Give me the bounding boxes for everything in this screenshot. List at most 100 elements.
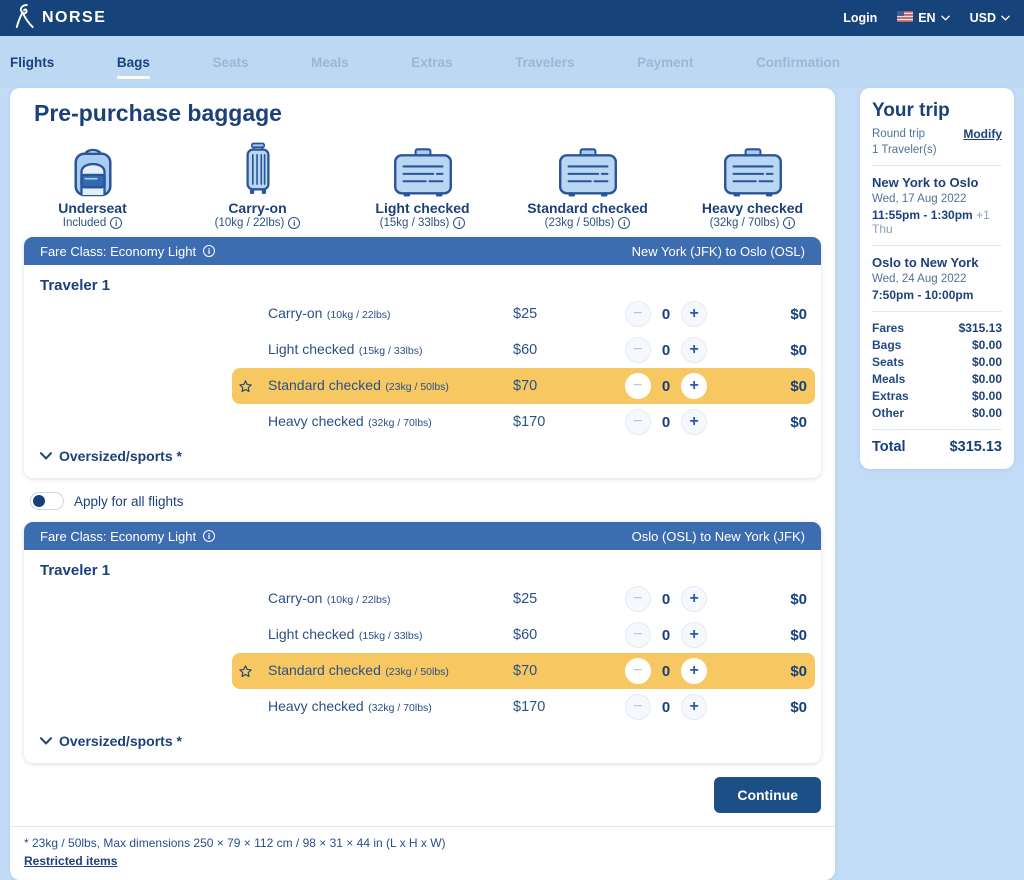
increment-button[interactable]: + (681, 373, 707, 399)
decrement-button[interactable]: − (625, 301, 651, 327)
tab-seats[interactable]: Seats (212, 55, 248, 70)
bag-row-total: $0 (727, 663, 807, 680)
tab-travelers[interactable]: Travelers (515, 55, 574, 70)
oversized-sports-expander[interactable]: Oversized/sports * (24, 440, 821, 478)
info-icon[interactable]: i (203, 530, 215, 542)
apply-all-flights-toggle[interactable] (30, 492, 64, 510)
modify-trip-link[interactable]: Modify (963, 127, 1002, 141)
tab-flights[interactable]: Flights (10, 55, 54, 70)
bag-row-price: $170 (513, 699, 605, 715)
decrement-button[interactable]: − (625, 337, 651, 363)
bag-row-light-checked: Light checked (15kg / 33lbs) $60 − 0 + $… (232, 332, 815, 368)
increment-button[interactable]: + (681, 622, 707, 648)
decrement-button[interactable]: − (625, 622, 651, 648)
carry-on-trolley-icon (241, 141, 275, 197)
tab-confirmation[interactable]: Confirmation (756, 55, 840, 70)
bag-row-price: $60 (513, 627, 605, 643)
quantity-stepper: − 0 + (605, 301, 727, 327)
quantity-value: 0 (662, 627, 670, 644)
tab-bags[interactable]: Bags (117, 55, 150, 70)
bag-type-heavy-checked: Heavy checked (32kg / 70lbs) i (670, 141, 835, 229)
info-icon[interactable]: i (618, 217, 630, 229)
route-label: Oslo (OSL) to New York (JFK) (632, 529, 805, 544)
tab-extras[interactable]: Extras (411, 55, 452, 70)
trip-leg-outbound: New York to Oslo Wed, 17 Aug 2022 11:55p… (872, 175, 1002, 236)
bag-row-total: $0 (727, 342, 807, 359)
chevron-down-icon (941, 15, 950, 21)
us-flag-icon (897, 11, 913, 25)
route-label: New York (JFK) to Oslo (OSL) (632, 244, 805, 259)
traveler-count: 1 Traveler(s) (872, 144, 1002, 156)
currency-selector[interactable]: USD (970, 11, 1010, 25)
trip-leg-return: Oslo to New York Wed, 24 Aug 2022 7:50pm… (872, 255, 1002, 302)
info-icon[interactable]: i (110, 217, 122, 229)
fare-header: Fare Class: Economy Light i Oslo (OSL) t… (24, 522, 821, 550)
quantity-value: 0 (662, 591, 670, 608)
bag-row-price: $25 (513, 306, 605, 322)
oversized-sports-label: Oversized/sports * (59, 448, 182, 464)
info-icon[interactable]: i (783, 217, 795, 229)
bag-row-total: $0 (727, 699, 807, 716)
increment-button[interactable]: + (681, 301, 707, 327)
chevron-down-icon (40, 737, 52, 745)
bag-row-label: Heavy checked (268, 413, 364, 429)
info-icon[interactable]: i (203, 245, 215, 257)
trip-type-label: Round trip (872, 128, 925, 140)
increment-button[interactable]: + (681, 694, 707, 720)
bag-row-detail: (15kg / 33lbs) (359, 630, 423, 642)
bag-row-light-checked: Light checked (15kg / 33lbs) $60 − 0 + $… (232, 617, 815, 653)
bag-type-light-checked: Light checked (15kg / 33lbs) i (340, 141, 505, 229)
leg-time: 11:55pm - 1:30pm (872, 208, 973, 222)
bag-type-name: Carry-on (228, 200, 286, 216)
decrement-button[interactable]: − (625, 409, 651, 435)
bag-type-name: Underseat (58, 200, 126, 216)
bag-row-detail: (32kg / 70lbs) (368, 417, 432, 429)
info-icon[interactable]: i (453, 217, 465, 229)
bag-type-name: Heavy checked (702, 200, 803, 216)
tab-meals[interactable]: Meals (311, 55, 349, 70)
norse-brand[interactable]: NORSE (14, 3, 106, 34)
quantity-stepper: − 0 + (605, 622, 727, 648)
continue-button[interactable]: Continue (714, 777, 821, 813)
page-title: Pre-purchase baggage (34, 100, 835, 127)
price-row-extras: Extras $0.00 (872, 389, 1002, 403)
bag-row-detail: (23kg / 50lbs) (385, 666, 449, 678)
decrement-button[interactable]: − (625, 658, 651, 684)
heavy-checked-suitcase-icon (716, 141, 790, 197)
chevron-down-icon (1001, 15, 1010, 21)
language-selector[interactable]: EN (897, 11, 949, 25)
quantity-stepper: − 0 + (605, 409, 727, 435)
increment-button[interactable]: + (681, 337, 707, 363)
restricted-items-link[interactable]: Restricted items (24, 854, 117, 868)
divider (872, 165, 1002, 166)
total-row: Total $315.13 (872, 439, 1002, 455)
bag-row-total: $0 (727, 306, 807, 323)
oversized-sports-expander[interactable]: Oversized/sports * (24, 725, 821, 763)
decrement-button[interactable]: − (625, 373, 651, 399)
bag-row-carry-on: Carry-on (10kg / 22lbs) $25 − 0 + $0 (232, 581, 815, 617)
price-row-meals: Meals $0.00 (872, 372, 1002, 386)
login-button[interactable]: Login (843, 11, 877, 25)
bag-type-name: Standard checked (527, 200, 648, 216)
quantity-stepper: − 0 + (605, 694, 727, 720)
toggle-knob (33, 495, 45, 507)
increment-button[interactable]: + (681, 658, 707, 684)
increment-button[interactable]: + (681, 409, 707, 435)
bag-type-underseat: Underseat Included i (10, 141, 175, 229)
info-icon[interactable]: i (288, 217, 300, 229)
quantity-value: 0 (662, 306, 670, 323)
quantity-stepper: − 0 + (605, 586, 727, 612)
star-icon (238, 379, 268, 394)
total-value: $315.13 (950, 439, 1002, 455)
tab-payment[interactable]: Payment (637, 55, 693, 70)
top-navbar: NORSE Login EN USD (0, 0, 1024, 36)
bag-row-label: Standard checked (268, 662, 381, 678)
increment-button[interactable]: + (681, 586, 707, 612)
bag-type-detail: (32kg / 70lbs) (710, 217, 780, 229)
decrement-button[interactable]: − (625, 694, 651, 720)
quantity-value: 0 (662, 699, 670, 716)
brand-name: NORSE (42, 9, 106, 27)
decrement-button[interactable]: − (625, 586, 651, 612)
bag-row-heavy-checked: Heavy checked (32kg / 70lbs) $170 − 0 + … (232, 404, 815, 440)
price-row-other: Other $0.00 (872, 406, 1002, 420)
